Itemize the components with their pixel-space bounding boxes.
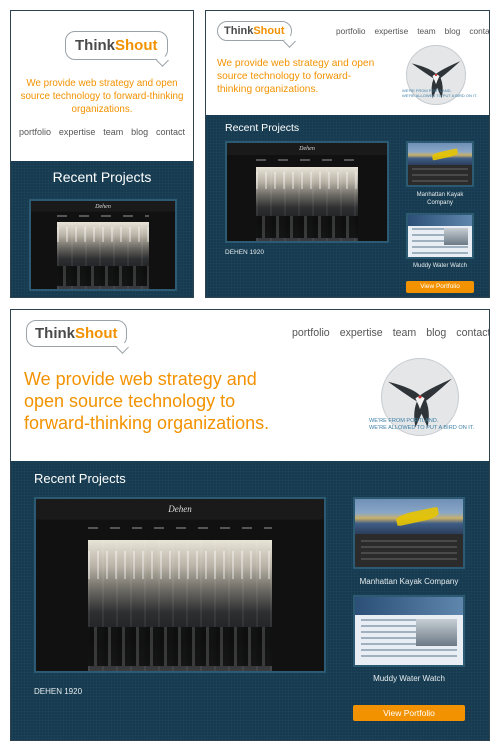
tablet-bird-caption: WE'RE FROM PORTLAND. WE'RE ALLOWED TO PU… [402,88,478,98]
tablet-nav: portfolio expertise team blog contact [336,26,489,36]
desktop-dehen-caption: DEHEN 1920 [34,687,83,696]
nav-blog[interactable]: blog [131,127,148,137]
nav-contact[interactable]: contact [469,26,489,36]
tablet-projects-section: Recent Projects Dehen DEHEN 1920 Manhatt… [206,115,489,297]
tablet-view-portfolio-button[interactable]: View Portfolio [406,281,474,293]
desktop-kayak-thumbnail[interactable] [353,497,465,569]
nav-team[interactable]: team [393,327,417,339]
tablet-logo[interactable]: ThinkShout [217,21,292,41]
nav-portfolio[interactable]: portfolio [336,26,366,36]
mobile-recent-projects-title: Recent Projects [52,169,152,185]
desktop-muddy-caption: Muddy Water Watch [373,674,445,683]
mobile-projects-section: Recent Projects Dehen [11,161,193,297]
tablet-muddy-thumbnail[interactable] [406,213,474,259]
mobile-tagline: We provide web strategy and open source … [20,78,184,115]
tablet-kayak-caption: Manhattan Kayak Company [416,192,464,206]
mobile-dehen-thumbnail[interactable]: Dehen [29,199,177,291]
tablet-kayak-thumbnail[interactable] [406,141,474,187]
mobile-header: ThinkShout We provide web strategy and o… [11,11,193,161]
tablet-muddy-caption: Muddy Water Watch [413,263,467,269]
tablet-tagline: We provide web strategy and open source … [217,58,375,95]
desktop-header: ThinkShout portfolio expertise team blog… [11,310,489,461]
nav-contact[interactable]: contact [156,127,185,137]
desktop-tagline: We provide web strategy and open source … [24,369,270,433]
desktop-dehen-thumbnail[interactable]: Dehen [34,497,326,673]
tablet-recent-projects-title: Recent Projects [225,122,300,134]
nav-blog[interactable]: blog [445,26,461,36]
desktop-bird-caption: WE'RE FROM PORTLAND. WE'RE ALLOWED TO PU… [369,418,475,431]
mobile-logo[interactable]: ThinkShout [65,31,168,60]
nav-portfolio[interactable]: portfolio [19,127,51,137]
desktop-logo[interactable]: ThinkShout [26,320,127,347]
nav-expertise[interactable]: expertise [59,127,96,137]
desktop-muddy-thumbnail[interactable] [353,595,465,667]
nav-expertise[interactable]: expertise [340,327,383,339]
desktop-kayak-caption: Manhattan Kayak Company [359,577,459,586]
desktop-view-portfolio-button[interactable]: View Portfolio [353,705,465,721]
nav-blog[interactable]: blog [426,327,446,339]
mobile-layout-frame: ThinkShout We provide web strategy and o… [10,10,194,298]
tablet-dehen-thumbnail[interactable]: Dehen [225,141,389,243]
nav-contact[interactable]: contact [456,327,489,339]
nav-team[interactable]: team [417,26,435,36]
desktop-nav: portfolio expertise team blog contact [292,327,489,339]
tablet-layout-frame: ThinkShout portfolio expertise team blog… [205,10,490,298]
desktop-projects-section: Recent Projects Dehen DEHEN 1920 Manhatt… [11,461,489,740]
mobile-nav: portfolio expertise team blog contact [19,127,185,137]
tablet-dehen-caption: DEHEN 1920 [225,249,265,256]
desktop-recent-projects-title: Recent Projects [34,471,126,486]
nav-expertise[interactable]: expertise [375,26,409,36]
nav-portfolio[interactable]: portfolio [292,327,330,339]
desktop-layout-frame: ThinkShout portfolio expertise team blog… [10,309,490,741]
nav-team[interactable]: team [103,127,123,137]
tablet-header: ThinkShout portfolio expertise team blog… [206,11,489,115]
